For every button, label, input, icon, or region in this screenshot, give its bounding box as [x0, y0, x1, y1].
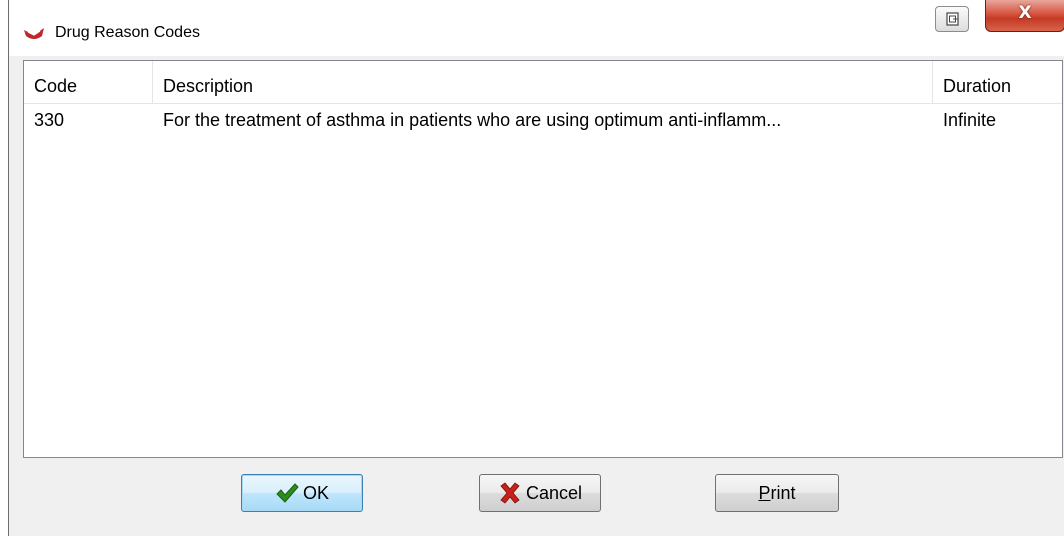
ok-button[interactable]: OK: [241, 474, 363, 512]
column-header-duration[interactable]: Duration: [933, 61, 1062, 103]
restore-button[interactable]: [935, 6, 969, 32]
list-header: Code Description Duration: [24, 61, 1062, 104]
checkmark-icon: [276, 483, 299, 503]
cell-duration: Infinite: [943, 110, 997, 130]
column-header-code[interactable]: Code: [24, 61, 153, 103]
red-x-icon: [500, 482, 520, 504]
cell-description: For the treatment of asthma in patients …: [163, 110, 782, 130]
cancel-label: Cancel: [525, 482, 583, 503]
table-row[interactable]: 330 For the treatment of asthma in patie…: [24, 103, 1062, 137]
print-button[interactable]: Print: [715, 474, 839, 512]
close-button[interactable]: X: [985, 0, 1064, 32]
ok-label: OK: [302, 482, 329, 503]
column-header-description[interactable]: Description: [153, 61, 933, 103]
window-title: Drug Reason Codes: [55, 24, 200, 41]
cell-code: 330: [34, 110, 65, 130]
pill-icon: [24, 28, 44, 39]
close-icon: X: [1018, 3, 1032, 23]
print-label: Print: [758, 482, 796, 503]
restore-icon: [946, 12, 959, 26]
drug-reason-codes-dialog: Drug Reason Codes X Code Description Dur…: [8, 0, 1064, 536]
reason-codes-list[interactable]: Code Description Duration 330 For the tr…: [23, 60, 1063, 458]
title-bar[interactable]: Drug Reason Codes X: [9, 0, 1064, 56]
cancel-button[interactable]: Cancel: [479, 474, 601, 512]
